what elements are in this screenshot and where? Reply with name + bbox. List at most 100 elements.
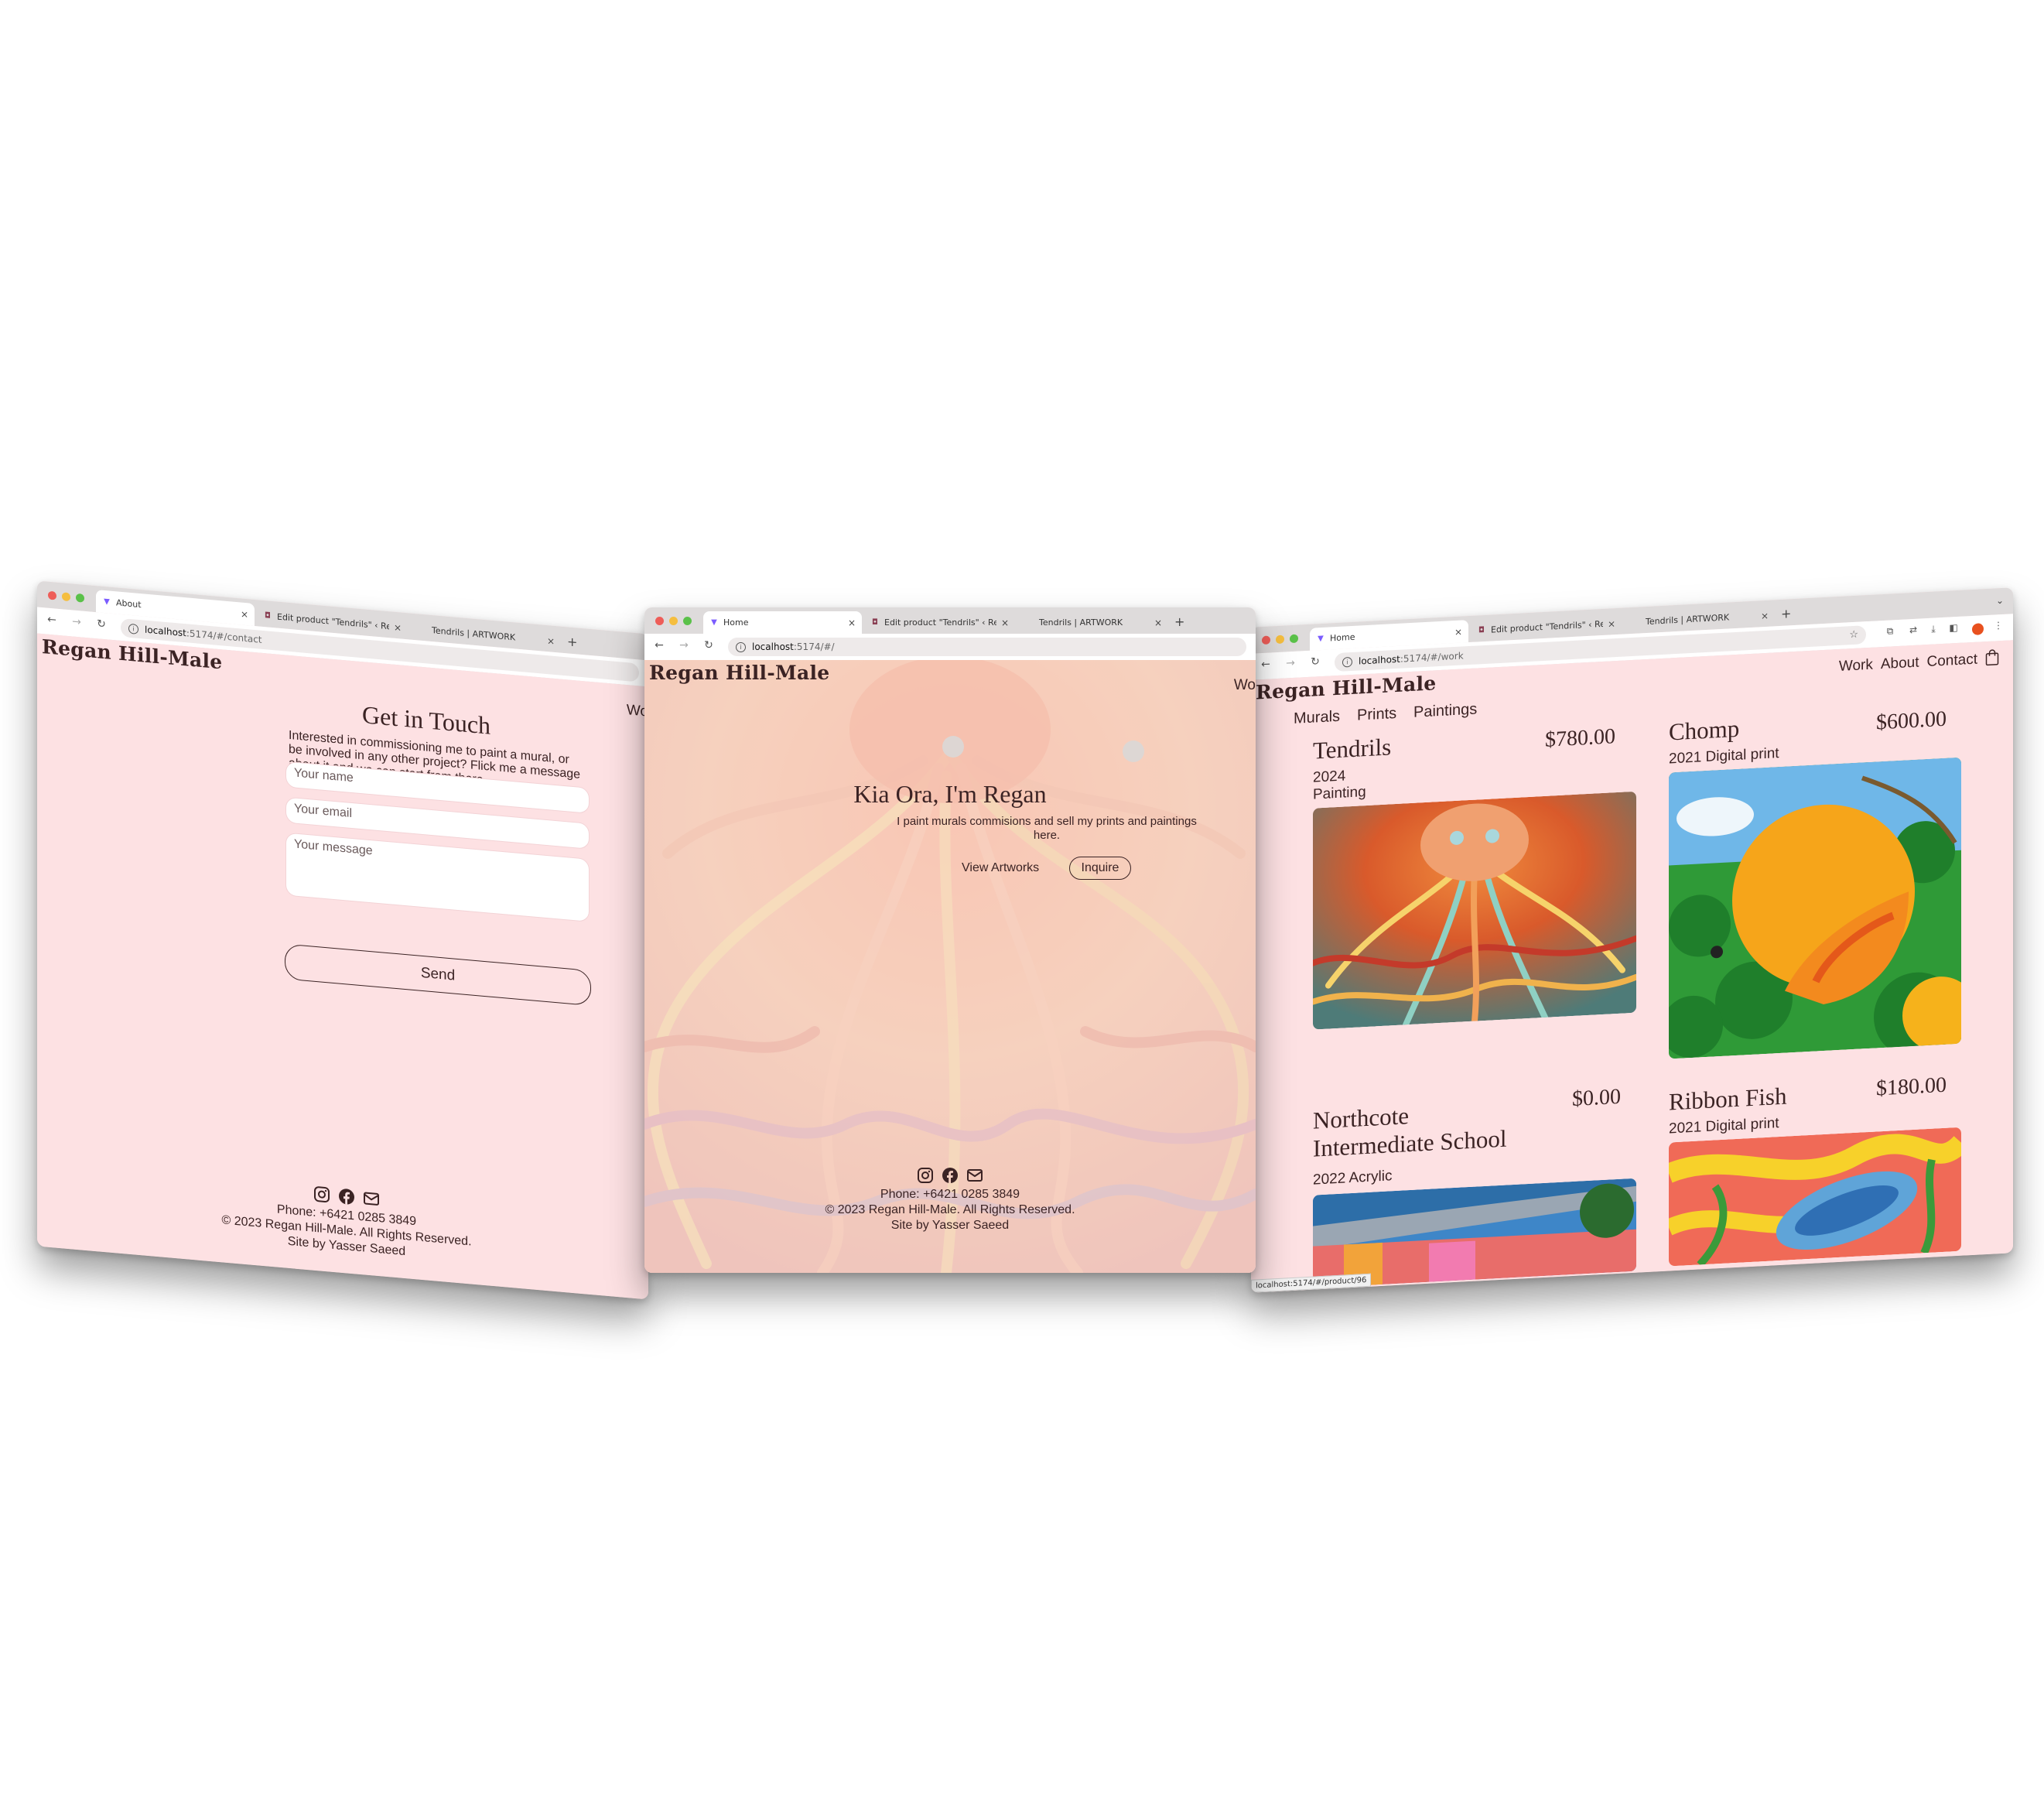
- nav-work-link[interactable]: Wo: [1234, 677, 1256, 694]
- window-controls: [48, 590, 84, 603]
- download-icon[interactable]: ⤓: [1926, 623, 1940, 635]
- close-tab-icon[interactable]: ×: [1608, 618, 1615, 630]
- maximize-window-button[interactable]: [683, 617, 692, 625]
- footer: Phone: +6421 0285 3849 © 2023 Regan Hill…: [45, 1161, 648, 1281]
- back-arrow-icon[interactable]: ←: [652, 639, 666, 652]
- minimize-window-button[interactable]: [1276, 634, 1284, 645]
- browser-window-work: ▼ Home × ◘ Edit product "Tendrils" ‹ Reg…: [1251, 587, 2013, 1293]
- email-icon[interactable]: [966, 1167, 983, 1184]
- maximize-window-button[interactable]: [76, 593, 84, 603]
- product-meta-chomp: 2021 Digital print: [1669, 745, 1779, 768]
- reload-icon[interactable]: ↻: [94, 617, 108, 631]
- back-arrow-icon[interactable]: ←: [1259, 658, 1273, 672]
- site-info-icon[interactable]: i: [1342, 656, 1352, 668]
- product-price-northcote: $0.00: [1572, 1084, 1621, 1112]
- tab-search-icon[interactable]: ⌄: [1996, 595, 2004, 607]
- inquire-button[interactable]: Inquire: [1069, 857, 1131, 880]
- view-artworks-link[interactable]: View Artworks: [962, 861, 1039, 875]
- minimize-window-button[interactable]: [669, 617, 678, 625]
- back-arrow-icon[interactable]: ←: [45, 613, 59, 627]
- close-tab-icon[interactable]: ×: [848, 617, 856, 628]
- address-bar: ← → ↻ i localhost:5174/#/: [644, 634, 1256, 661]
- social-links: [644, 1167, 1256, 1184]
- tab-tendrils-artwork[interactable]: Tendrils | ARTWORK ×: [1017, 611, 1168, 634]
- footer-phone: Phone: +6421 0285 3849: [880, 1188, 1020, 1201]
- facebook-icon[interactable]: [942, 1167, 959, 1184]
- nav-about-link[interactable]: About: [1881, 655, 1919, 674]
- browser-window-home: ▼ Home × ◘ Edit product "Tendrils" ‹ Reg…: [644, 607, 1256, 1273]
- maximize-window-button[interactable]: [1290, 634, 1298, 644]
- window-controls: [1262, 634, 1298, 645]
- product-meta-ribbon-fish: 2021 Digital print: [1669, 1115, 1779, 1137]
- product-image-tendrils[interactable]: [1313, 791, 1636, 1030]
- close-window-button[interactable]: [48, 590, 56, 600]
- close-tab-icon[interactable]: ×: [241, 608, 248, 620]
- forward-arrow-icon[interactable]: →: [70, 615, 84, 629]
- bookmark-star-icon[interactable]: ☆: [1849, 629, 1858, 641]
- close-tab-icon[interactable]: ×: [547, 635, 555, 647]
- contact-page: Regan Hill-Male Wo Get in Touch Interest…: [37, 633, 648, 1300]
- close-tab-icon[interactable]: ×: [1761, 610, 1769, 621]
- product-image-northcote[interactable]: [1313, 1178, 1636, 1288]
- page-title: Get in Touch: [362, 700, 491, 740]
- site-info-icon[interactable]: i: [128, 623, 138, 634]
- hero-subtitle: I paint murals commisions and sell my pr…: [897, 815, 1197, 842]
- profile-avatar[interactable]: [1972, 623, 1984, 635]
- close-window-button[interactable]: [655, 617, 664, 625]
- translate-icon[interactable]: ⇄: [1906, 624, 1920, 636]
- close-tab-icon[interactable]: ×: [1454, 626, 1462, 638]
- close-tab-icon[interactable]: ×: [1154, 617, 1162, 628]
- vite-icon: ▼: [1318, 634, 1324, 643]
- bookmark-icon: ◘: [265, 611, 271, 621]
- window-controls: [655, 617, 692, 625]
- facebook-icon[interactable]: [338, 1187, 355, 1206]
- brand-logo[interactable]: Regan Hill-Male: [649, 662, 830, 684]
- product-image-chomp[interactable]: [1669, 757, 1961, 1059]
- send-button[interactable]: Send: [285, 943, 591, 1007]
- forward-arrow-icon[interactable]: →: [677, 639, 691, 652]
- forward-arrow-icon[interactable]: →: [1283, 657, 1297, 670]
- status-bar-url: localhost:5174/#/product/96: [1251, 1273, 1372, 1293]
- instagram-icon[interactable]: [313, 1185, 330, 1204]
- new-tab-button[interactable]: +: [1174, 614, 1184, 629]
- minimize-window-button[interactable]: [62, 592, 70, 602]
- sidebar-icon[interactable]: ◧: [1947, 622, 1960, 634]
- site-info-icon[interactable]: i: [736, 641, 746, 652]
- close-window-button[interactable]: [1262, 635, 1270, 645]
- footer: Phone: +6421 0285 3849 © 2023 Regan Hill…: [644, 1167, 1256, 1233]
- bookmark-icon: ◘: [872, 617, 878, 627]
- product-price-chomp: $600.00: [1876, 706, 1947, 735]
- product-title-chomp[interactable]: Chomp: [1669, 715, 1739, 747]
- url-field[interactable]: i localhost:5174/#/: [728, 638, 1246, 656]
- reload-icon[interactable]: ↻: [702, 639, 716, 652]
- product-title-ribbon-fish[interactable]: Ribbon Fish: [1669, 1083, 1786, 1117]
- nav-contact-link[interactable]: Contact: [1927, 652, 1977, 671]
- vite-icon: ▼: [104, 597, 110, 607]
- tab-strip: ▼ Home × ◘ Edit product "Tendrils" ‹ Reg…: [644, 607, 1256, 634]
- menu-icon[interactable]: ⋮: [1991, 620, 2005, 631]
- nav-work-link[interactable]: Work: [1839, 657, 1873, 676]
- tab-edit-product[interactable]: ◘ Edit product "Tendrils" ‹ Rega ×: [864, 611, 1015, 634]
- email-icon[interactable]: [363, 1189, 380, 1208]
- new-tab-button[interactable]: +: [567, 634, 577, 649]
- filter-prints[interactable]: Prints: [1357, 705, 1396, 725]
- product-image-ribbon-fish[interactable]: [1669, 1127, 1961, 1267]
- new-tab-button[interactable]: +: [1781, 606, 1791, 621]
- reload-icon[interactable]: ↻: [1308, 655, 1322, 669]
- filter-paintings[interactable]: Paintings: [1413, 700, 1477, 721]
- top-nav: Work About Contact: [1839, 648, 1999, 677]
- filter-murals[interactable]: Murals: [1294, 708, 1340, 728]
- shopping-bag-icon[interactable]: [1985, 648, 1999, 669]
- vite-icon: ▼: [711, 617, 717, 627]
- footer-copyright: © 2023 Regan Hill-Male. All Rights Reser…: [825, 1203, 1075, 1216]
- home-page: Regan Hill-Male Wo Kia Ora, I'm Regan I …: [644, 660, 1256, 1273]
- extension-icon[interactable]: ⧉: [1883, 625, 1897, 638]
- bookmark-icon: ◘: [1478, 625, 1485, 634]
- product-title-northcote[interactable]: Northcote Intermediate School: [1313, 1096, 1507, 1162]
- close-tab-icon[interactable]: ×: [394, 621, 402, 633]
- tab-home[interactable]: ▼ Home ×: [703, 611, 862, 634]
- message-field[interactable]: Your message: [285, 832, 590, 922]
- close-tab-icon[interactable]: ×: [1001, 617, 1009, 628]
- instagram-icon[interactable]: [917, 1167, 934, 1184]
- product-title-tendrils[interactable]: Tendrils: [1313, 733, 1391, 764]
